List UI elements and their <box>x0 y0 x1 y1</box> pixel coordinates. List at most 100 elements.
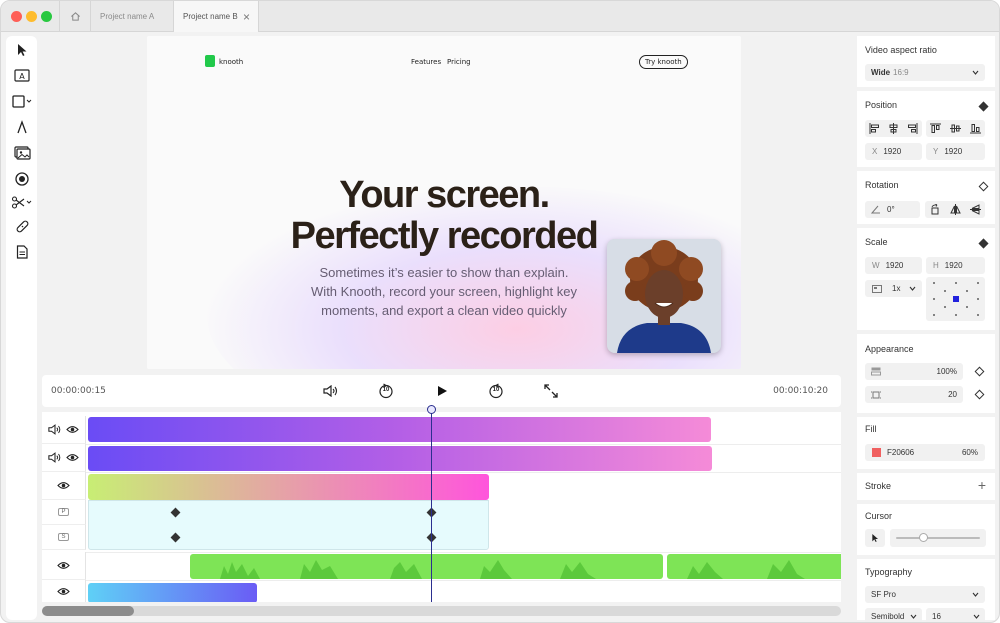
align-right-icon[interactable] <box>907 123 918 134</box>
width-field[interactable]: W 1920 <box>865 257 922 274</box>
slider-track <box>896 537 980 539</box>
align-center-horizontal-icon[interactable] <box>888 123 899 134</box>
y-position-field[interactable]: Y 1920 <box>926 143 985 160</box>
scale-keyframe-button[interactable] <box>975 235 991 251</box>
h-value: 1920 <box>944 261 963 270</box>
slider-knob[interactable] <box>918 533 928 542</box>
playhead[interactable] <box>431 407 432 602</box>
minimize-window-button[interactable] <box>26 11 37 22</box>
waveform-graphic <box>190 560 663 579</box>
audio-clip-2[interactable] <box>88 446 712 471</box>
keyframe-diamond-outline-icon <box>974 366 984 376</box>
x-label: X <box>872 147 878 156</box>
track-header-audio-1 <box>42 416 86 444</box>
fill-color-swatch[interactable] <box>872 448 881 457</box>
opacity-keyframe-button[interactable] <box>971 363 987 379</box>
timeline-scrollbar[interactable] <box>42 606 841 616</box>
eye-icon[interactable] <box>57 481 70 490</box>
radius-keyframe-button[interactable] <box>971 386 987 402</box>
eye-icon[interactable] <box>57 587 70 596</box>
align-bottom-icon[interactable] <box>969 123 981 134</box>
font-weight-select[interactable]: Semibold <box>865 608 922 622</box>
webcam-overlay[interactable] <box>607 239 721 353</box>
flip-horizontal-icon[interactable] <box>949 204 961 215</box>
close-tab-icon[interactable]: × <box>243 10 250 24</box>
speaker-icon[interactable] <box>48 424 62 435</box>
scrollbar-thumb[interactable] <box>42 606 134 616</box>
forward-10-button[interactable]: 10 <box>486 381 506 401</box>
align-middle-icon[interactable] <box>949 123 961 134</box>
corner-radius-field[interactable]: 20 <box>865 386 963 403</box>
try-button: Try knooth <box>639 55 688 69</box>
record-icon <box>15 172 29 186</box>
subtext-line-2: With Knooth, record your screen, highlig… <box>311 284 577 299</box>
tab-project-a[interactable]: Project name A <box>91 1 174 32</box>
anchor-grid[interactable] <box>926 277 985 321</box>
flip-vertical-icon[interactable] <box>969 204 981 215</box>
height-field[interactable]: H 1920 <box>926 257 985 274</box>
rewind-10-button[interactable]: 10 <box>376 381 396 401</box>
add-stroke-button[interactable]: + <box>978 477 986 493</box>
total-time: 00:00:10:20 <box>773 386 828 396</box>
transform-group <box>925 201 985 218</box>
text-box-icon: A <box>14 68 30 82</box>
section-title: Rotation <box>865 180 899 190</box>
scale-section: Scale W 1920 H 1920 1x <box>857 228 995 330</box>
fill-color-field[interactable]: F20606 60% <box>865 444 985 461</box>
position-track-badge: P <box>58 508 69 516</box>
font-size-select[interactable]: 16 <box>926 608 985 622</box>
eye-icon[interactable] <box>66 453 79 462</box>
rotation-field[interactable]: 0° <box>865 201 920 218</box>
tab-project-a-label: Project name A <box>100 12 155 21</box>
annotation-tool[interactable] <box>10 216 34 236</box>
cursor-style-button[interactable] <box>865 529 885 547</box>
record-tool[interactable] <box>10 169 34 189</box>
pen-tool[interactable] <box>10 117 34 137</box>
video-clip[interactable] <box>88 474 489 500</box>
playhead-handle[interactable] <box>427 405 436 414</box>
tools-toolbar: A <box>6 36 37 620</box>
audio-waveform-clip-1[interactable] <box>190 554 663 579</box>
media-tool[interactable] <box>10 143 34 163</box>
tab-project-b[interactable]: Project name B × <box>174 1 259 32</box>
align-left-icon[interactable] <box>869 123 880 134</box>
opacity-value: 100% <box>936 367 957 376</box>
speaker-icon[interactable] <box>48 452 62 463</box>
eye-icon[interactable] <box>66 425 79 434</box>
cursor-size-slider[interactable] <box>890 529 986 547</box>
scale-mode-select[interactable]: 1x <box>865 280 922 297</box>
audio-waveform-clip-2[interactable] <box>667 554 841 579</box>
fill-hex-value: F20606 <box>887 448 915 457</box>
font-family-value: SF Pro <box>871 590 896 599</box>
text-tool[interactable]: A <box>10 65 34 85</box>
section-title: Position <box>865 100 898 110</box>
select-tool[interactable] <box>10 40 34 60</box>
close-window-button[interactable] <box>11 11 22 22</box>
play-button[interactable] <box>432 381 452 401</box>
rotation-keyframe-button[interactable] <box>975 178 991 194</box>
logo-text: knooth <box>219 58 244 66</box>
timeline[interactable]: P S <box>42 412 841 602</box>
cursor-arrow-icon <box>18 44 27 56</box>
aspect-ratio-select[interactable]: Wide 16:9 <box>865 64 985 81</box>
opacity-field[interactable]: 100% <box>865 363 963 380</box>
home-tab[interactable] <box>59 1 91 32</box>
corner-radius-value: 20 <box>948 390 957 399</box>
chevron-down-icon <box>973 614 980 619</box>
rotate-icon[interactable] <box>930 204 941 215</box>
position-keyframe-button[interactable] <box>975 98 991 114</box>
track-header-clip <box>42 580 86 602</box>
align-top-icon[interactable] <box>930 123 942 134</box>
document-tool[interactable] <box>10 242 34 262</box>
shape-tool[interactable] <box>10 91 34 111</box>
volume-button[interactable] <box>321 381 341 401</box>
keyframe-lane[interactable] <box>88 500 489 550</box>
font-family-select[interactable]: SF Pro <box>865 586 985 603</box>
audio-clip-1[interactable] <box>88 417 711 442</box>
overlay-clip[interactable] <box>88 583 257 602</box>
maximize-window-button[interactable] <box>41 11 52 22</box>
fullscreen-button[interactable] <box>541 381 561 401</box>
eye-icon[interactable] <box>57 561 70 570</box>
x-position-field[interactable]: X 1920 <box>865 143 922 160</box>
cut-tool[interactable] <box>10 192 34 212</box>
